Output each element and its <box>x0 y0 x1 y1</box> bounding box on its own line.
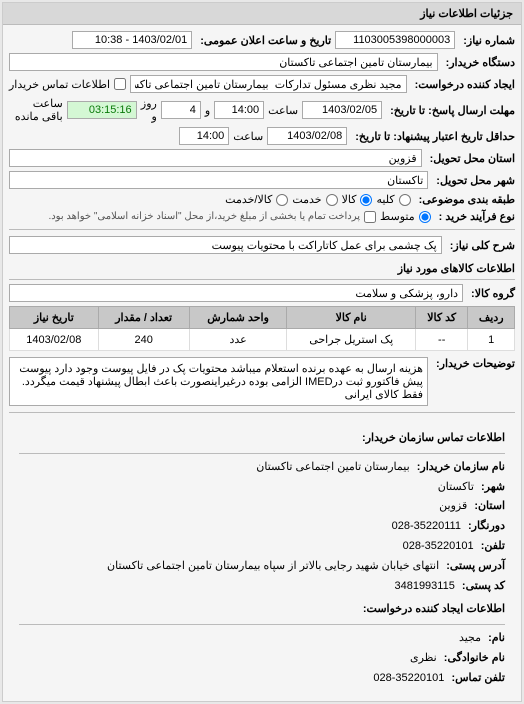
desc-label: شرح کلی نیاز: <box>446 239 515 252</box>
deadline-hour-input[interactable] <box>214 101 264 119</box>
contact-line-phone: تلفن: 35220101-028 <box>19 537 505 557</box>
pack-service-radio[interactable] <box>326 194 338 206</box>
contact-line-person-name: نام: مجید <box>19 629 505 649</box>
pack-service-label: خدمت <box>292 193 321 206</box>
contact-line-zip: کد پستی: 3481993115 <box>19 577 505 597</box>
buyer-desc-box: هزینه ارسال به عهده برنده استعلام میباشد… <box>9 357 428 406</box>
contact-line-org: نام سازمان خریدار: بیمارستان تامین اجتما… <box>19 458 505 478</box>
valid-until-label: حداقل تاریخ اعتبار پیشنهاد: تا تاریخ: <box>351 130 515 143</box>
req-contact-title: اطلاعات ایجاد کننده درخواست: <box>19 596 505 625</box>
th-code: کد کالا <box>415 307 467 329</box>
contact-line-fax: دورنگار: 35220111-028 <box>19 517 505 537</box>
td-date: 1403/02/08 <box>10 329 99 351</box>
th-qty: تعداد / مقدار <box>98 307 189 329</box>
contact-line-city: شهر: تاکستان <box>19 478 505 498</box>
requester-label: ایجاد کننده درخواست: <box>411 78 515 91</box>
pay-label: نوع فرآیند خرید : <box>435 210 515 223</box>
deadline-date-input[interactable] <box>302 101 382 119</box>
buyer-org-label: دستگاه خریدار: <box>442 56 515 69</box>
td-name: پک استریل جراحی <box>287 329 416 351</box>
pack-all-label: کلیه <box>376 193 394 206</box>
buyer-desc-label: توضیحات خریدار: <box>432 357 515 370</box>
buyer-contact-checkbox[interactable] <box>114 78 126 90</box>
buyer-org-input[interactable] <box>9 53 438 71</box>
pack-good-label: کالا <box>342 193 357 206</box>
items-table: ردیف کد کالا نام کالا واحد شمارش تعداد /… <box>9 306 515 351</box>
need-number-label: شماره نیاز: <box>459 34 515 47</box>
requester-input[interactable] <box>130 75 407 93</box>
city-input[interactable] <box>9 171 428 189</box>
table-row[interactable]: 1 -- پک استریل جراحی عدد 240 1403/02/08 <box>10 329 515 351</box>
deadline-label: مهلت ارسال پاسخ: تا تاریخ: <box>386 104 515 117</box>
contact-line-postal: آدرس پستی: انتهای خیابان شهید رجایی بالا… <box>19 557 505 577</box>
th-date: تاریخ نیاز <box>10 307 99 329</box>
province-label: استان محل تحویل: <box>426 152 515 165</box>
need-number-input[interactable] <box>335 31 455 49</box>
pay-note-checkbox[interactable] <box>364 211 376 223</box>
td-qty: 240 <box>98 329 189 351</box>
pay-mid-radio[interactable] <box>419 211 431 223</box>
th-unit: واحد شمارش <box>189 307 287 329</box>
contact-line-province: استان: قزوین <box>19 497 505 517</box>
countdown-time-input <box>67 101 137 119</box>
td-unit: عدد <box>189 329 287 351</box>
pack-goodservice-radio[interactable] <box>276 194 288 206</box>
td-code: -- <box>415 329 467 351</box>
pack-good-radio[interactable] <box>360 194 372 206</box>
buyer-contact-label: اطلاعات تماس خریدار <box>9 78 110 91</box>
th-name: نام کالا <box>287 307 416 329</box>
panel-title: جزئیات اطلاعات نیاز <box>3 3 521 25</box>
hour-label-1: ساعت <box>268 104 298 117</box>
province-input[interactable] <box>9 149 422 167</box>
contact-line-person-family: نام خانوادگی: نظری <box>19 649 505 669</box>
pay-mid-label: متوسط <box>380 210 415 223</box>
divider-2 <box>9 412 515 413</box>
group-label: گروه کالا: <box>467 287 515 300</box>
pack-all-radio[interactable] <box>399 194 411 206</box>
divider-1 <box>9 229 515 230</box>
countdown-days-input <box>161 101 201 119</box>
remain-label: ساعت باقی مانده <box>9 97 63 123</box>
contact-line-person-phone: تلفن تماس: 35220101-028 <box>19 669 505 689</box>
valid-until-date-input[interactable] <box>267 127 347 145</box>
hour-label-2: ساعت <box>233 130 263 143</box>
pack-goodservice-label: کالا/خدمت <box>225 193 272 206</box>
pack-label: طبقه بندی موضوعی: <box>415 193 515 206</box>
valid-until-hour-input[interactable] <box>179 127 229 145</box>
contacts-title: اطلاعات تماس سازمان خریدار: <box>19 425 505 454</box>
and-label: و <box>205 104 210 117</box>
desc-input[interactable] <box>9 236 442 254</box>
th-row: ردیف <box>468 307 515 329</box>
public-time-label: تاریخ و ساعت اعلان عمومی: <box>196 34 331 47</box>
pay-note-text: پرداخت تمام یا بخشی از مبلغ خرید،از محل … <box>48 211 360 222</box>
items-section-title: اطلاعات کالاهای مورد نیاز <box>9 258 515 280</box>
group-input[interactable] <box>9 284 463 302</box>
td-row: 1 <box>468 329 515 351</box>
days-label: روز و <box>141 97 157 123</box>
public-time-input[interactable] <box>72 31 192 49</box>
city-label: شهر محل تحویل: <box>432 174 515 187</box>
